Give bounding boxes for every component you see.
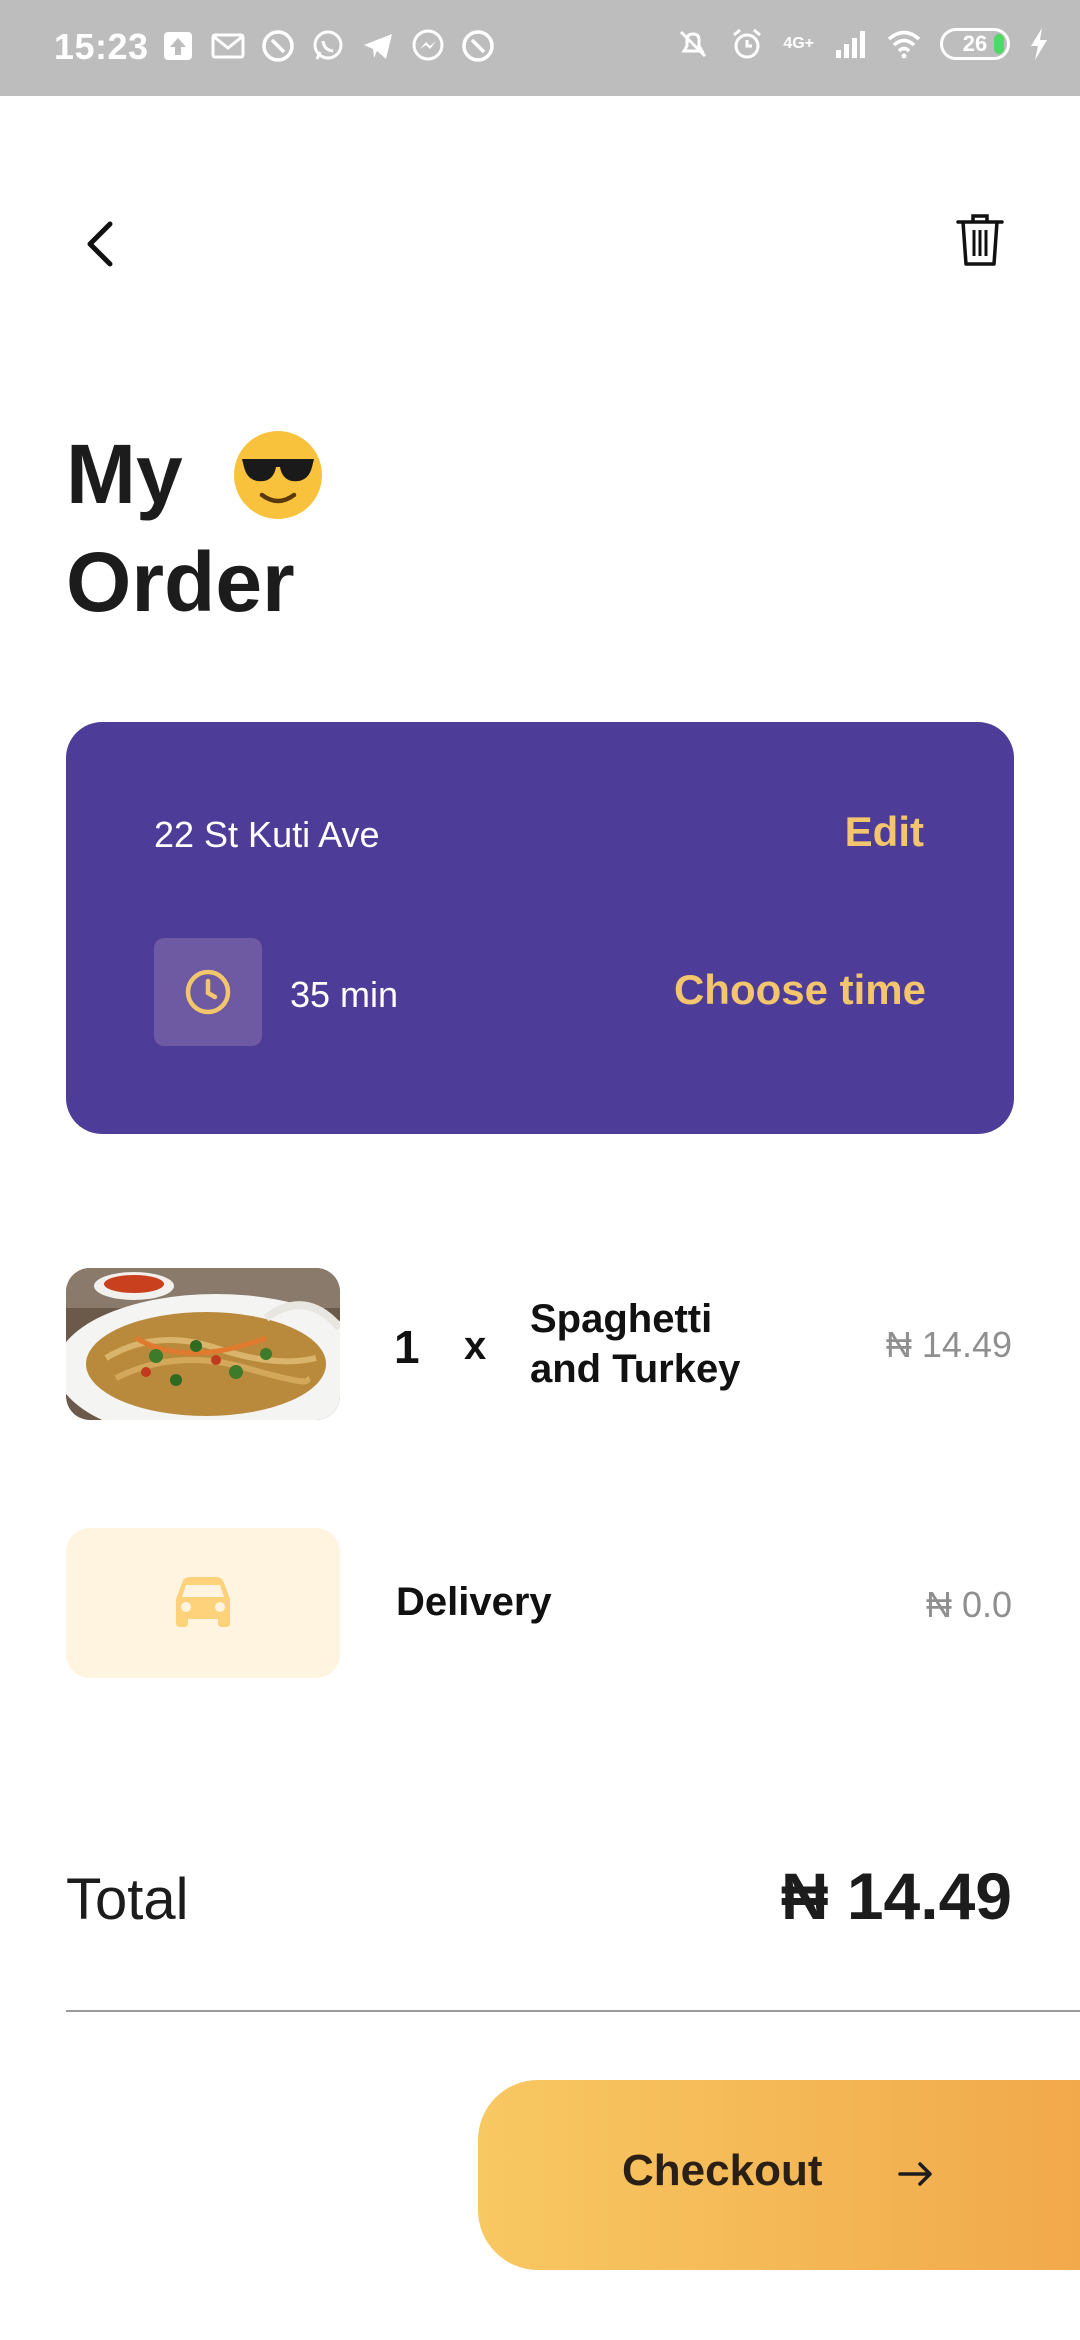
alarm-icon	[729, 26, 765, 62]
order-item: 1 x Spaghetti and Turkey ₦ 14.49	[66, 1268, 1014, 1420]
wifi-icon	[886, 26, 922, 62]
chevron-left-icon	[87, 221, 113, 267]
app-icon	[260, 28, 296, 64]
delivery-row: Delivery ₦ 0.0	[66, 1528, 1014, 1678]
app-icon	[460, 28, 496, 64]
choose-time-button[interactable]: Choose time	[674, 966, 926, 1014]
item-quantity: 1	[394, 1321, 420, 1373]
title-line-2: Order	[66, 535, 295, 629]
food-image	[66, 1268, 340, 1420]
edit-address-button[interactable]: Edit	[845, 808, 924, 856]
delete-order-button[interactable]	[952, 210, 1008, 270]
status-time: 15:23	[54, 26, 149, 67]
battery-level: 26	[962, 31, 988, 56]
status-bar: 15:23 4G+ 26	[0, 0, 1080, 96]
battery-icon: 26	[940, 28, 1010, 60]
trash-icon	[956, 214, 1004, 266]
item-multiplier: x	[464, 1324, 487, 1368]
mute-icon	[675, 26, 711, 62]
total-label: Total	[66, 1867, 189, 1932]
time-icon-box	[154, 938, 262, 1046]
total-value: ₦ 14.49	[780, 1859, 1012, 1933]
notification-icons	[160, 28, 496, 64]
signal-icon	[832, 26, 868, 62]
network-label: 4G+	[783, 35, 814, 52]
clock-icon	[185, 969, 231, 1015]
car-icon	[176, 1577, 230, 1627]
checkout-label: Checkout	[622, 2146, 823, 2195]
back-button[interactable]	[66, 210, 136, 280]
telegram-icon	[360, 28, 396, 64]
delivery-time: 35 min	[290, 974, 399, 1015]
system-icons: 4G+ 26	[675, 26, 1050, 62]
divider	[66, 2010, 1080, 2012]
page-title: My Order	[66, 420, 324, 636]
upload-icon	[160, 28, 196, 64]
whatsapp-icon	[310, 28, 346, 64]
delivery-label: Delivery	[396, 1580, 552, 1624]
messenger-icon	[410, 28, 446, 64]
delivery-thumb	[66, 1528, 340, 1678]
checkout-button[interactable]: Checkout	[478, 2080, 1080, 2270]
mail-icon	[210, 28, 246, 64]
title-line-1: My	[66, 427, 183, 521]
sunglasses-emoji-icon	[232, 429, 324, 521]
address-card: 22 St Kuti Ave Edit 35 min Choose time	[66, 722, 1014, 1134]
battery-fill	[994, 34, 1004, 54]
charging-icon	[1028, 26, 1050, 62]
item-name: Spaghetti and Turkey	[530, 1297, 741, 1391]
delivery-price: ₦ 0.0	[925, 1584, 1012, 1625]
delivery-address: 22 St Kuti Ave	[154, 814, 380, 855]
item-price: ₦ 14.49	[885, 1324, 1012, 1365]
arrow-right-icon	[898, 2162, 932, 2186]
